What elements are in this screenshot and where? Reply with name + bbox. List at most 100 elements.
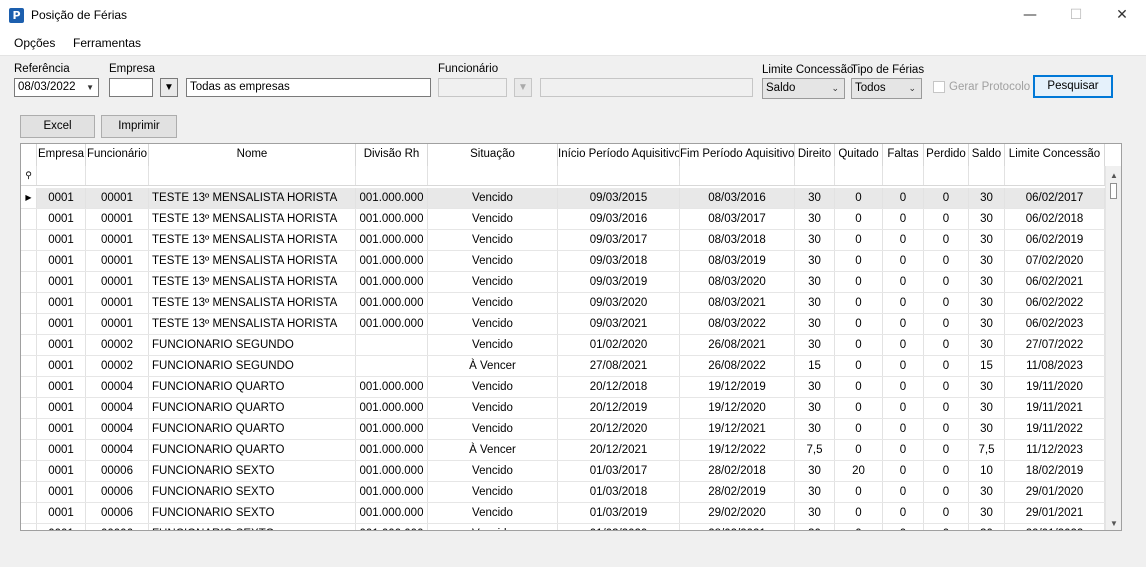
cell-faltas[interactable]: 0 — [883, 419, 924, 439]
cell-quitado[interactable]: 0 — [835, 272, 883, 292]
cell-situacao[interactable]: Vencido — [428, 377, 558, 397]
excel-button[interactable]: Excel — [20, 115, 95, 138]
cell-situacao[interactable]: Vencido — [428, 209, 558, 229]
cell-fim-periodo[interactable]: 26/08/2021 — [680, 335, 795, 355]
scroll-thumb[interactable] — [1110, 183, 1117, 199]
cell-quitado[interactable]: 0 — [835, 377, 883, 397]
cell-quitado[interactable]: 0 — [835, 335, 883, 355]
cell-divisao-rh[interactable]: 001.000.000 — [356, 398, 428, 418]
table-row[interactable]: 0001 00004 FUNCIONARIO QUARTO 001.000.000 À … — [21, 440, 1105, 461]
cell-fim-periodo[interactable]: 28/02/2018 — [680, 461, 795, 481]
cell-situacao[interactable]: À Vencer — [428, 356, 558, 376]
table-row[interactable]: ▶ 0001 00001 TESTE 13º MENSALISTA HORISTA 00… — [21, 188, 1105, 209]
table-row[interactable]: 000100006FUNCIONARIO SEXTO001.000.000Ven… — [21, 524, 1105, 530]
cell-nome[interactable]: FUNCIONARIO QUARTO — [149, 377, 356, 397]
cell-saldo[interactable]: 30 — [969, 503, 1005, 523]
cell-faltas[interactable]: 0 — [883, 335, 924, 355]
cell-situacao[interactable]: Vencido — [428, 314, 558, 334]
column-header-quitado[interactable]: Quitado — [835, 144, 883, 166]
cell-direito[interactable]: 30 — [795, 251, 835, 271]
cell-inicio-periodo[interactable]: 20/12/2019 — [558, 398, 680, 418]
cell-divisao-rh[interactable]: 001.000.000 — [356, 524, 428, 530]
row-indicator-cell[interactable] — [21, 398, 37, 418]
cell-situacao[interactable]: Vencido — [428, 482, 558, 502]
cell-fim-periodo[interactable]: 19/12/2019 — [680, 377, 795, 397]
cell-perdido[interactable]: 0 — [924, 251, 969, 271]
cell-quitado[interactable]: 0 — [835, 356, 883, 376]
cell-empresa[interactable]: 0001 — [37, 461, 86, 481]
filter-cell-saldo[interactable] — [969, 166, 1005, 185]
cell-divisao-rh[interactable]: 001.000.000 — [356, 440, 428, 460]
scroll-down-icon[interactable]: ▼ — [1110, 519, 1118, 528]
cell-faltas[interactable]: 0 — [883, 356, 924, 376]
cell-fim-periodo[interactable]: 28/02/2021 — [680, 524, 795, 530]
column-header-nome[interactable]: Nome — [149, 144, 356, 166]
cell-empresa[interactable]: 0001 — [37, 230, 86, 250]
cell-saldo[interactable]: 30 — [969, 272, 1005, 292]
table-row[interactable]: 0001 00001 TESTE 13º MENSALISTA HORISTA 001… — [21, 251, 1105, 272]
cell-direito[interactable]: 30 — [795, 230, 835, 250]
cell-empresa[interactable]: 0001 — [37, 398, 86, 418]
cell-perdido[interactable]: 0 — [924, 377, 969, 397]
cell-saldo[interactable]: 15 — [969, 356, 1005, 376]
cell-faltas[interactable]: 0 — [883, 251, 924, 271]
cell-faltas[interactable]: 0 — [883, 461, 924, 481]
cell-empresa[interactable]: 0001 — [37, 524, 86, 530]
filter-cell-divisao-rh[interactable] — [356, 166, 428, 185]
menu-ferramentas[interactable]: Ferramentas — [73, 36, 141, 50]
table-row[interactable]: 000100006FUNCIONARIO SEXTO001.000.000Ven… — [21, 482, 1105, 503]
row-indicator-cell[interactable] — [21, 482, 37, 502]
cell-inicio-periodo[interactable]: 09/03/2017 — [558, 230, 680, 250]
cell-funcionario[interactable]: 00001 — [86, 209, 149, 229]
cell-nome[interactable]: TESTE 13º MENSALISTA HORISTA — [149, 230, 356, 250]
cell-fim-periodo[interactable]: 08/03/2021 — [680, 293, 795, 313]
cell-faltas[interactable]: 0 — [883, 230, 924, 250]
cell-fim-periodo[interactable]: 08/03/2017 — [680, 209, 795, 229]
filter-cell-direito[interactable] — [795, 166, 835, 185]
cell-direito[interactable]: 30 — [795, 503, 835, 523]
cell-quitado[interactable]: 0 — [835, 251, 883, 271]
row-indicator-cell[interactable] — [21, 209, 37, 229]
cell-empresa[interactable]: 0001 — [37, 482, 86, 502]
cell-empresa[interactable]: 0001 — [37, 356, 86, 376]
cell-faltas[interactable]: 0 — [883, 482, 924, 502]
cell-empresa[interactable]: 0001 — [37, 251, 86, 271]
row-indicator-cell[interactable] — [21, 251, 37, 271]
cell-direito[interactable]: 30 — [795, 335, 835, 355]
cell-limite-concessao[interactable]: 06/02/2022 — [1005, 293, 1105, 313]
cell-funcionario[interactable]: 00001 — [86, 251, 149, 271]
filter-cell-inicio-periodo[interactable] — [558, 166, 680, 185]
cell-limite-concessao[interactable]: 06/02/2021 — [1005, 272, 1105, 292]
cell-quitado[interactable]: 0 — [835, 524, 883, 530]
maximize-button[interactable]: ☐ — [1053, 0, 1099, 31]
table-row[interactable]: 0001 00001 TESTE 13º MENSALISTA HORISTA 001… — [21, 272, 1105, 293]
limite-concessao-select[interactable]: Saldo ⌄ — [762, 78, 845, 99]
empresa-name-field[interactable]: Todas as empresas — [186, 78, 431, 97]
cell-funcionario[interactable]: 00002 — [86, 356, 149, 376]
cell-perdido[interactable]: 0 — [924, 293, 969, 313]
cell-inicio-periodo[interactable]: 09/03/2021 — [558, 314, 680, 334]
cell-inicio-periodo[interactable]: 20/12/2021 — [558, 440, 680, 460]
cell-inicio-periodo[interactable]: 09/03/2020 — [558, 293, 680, 313]
cell-perdido[interactable]: 0 — [924, 461, 969, 481]
cell-nome[interactable]: FUNCIONARIO QUARTO — [149, 398, 356, 418]
funcionario-lookup-button[interactable]: ▼ — [514, 78, 532, 97]
cell-quitado[interactable]: 0 — [835, 188, 883, 208]
cell-empresa[interactable]: 0001 — [37, 335, 86, 355]
table-row[interactable]: 0001 00002 FUNCIONARIO SEGUNDO Vencido 01/02… — [21, 335, 1105, 356]
cell-fim-periodo[interactable]: 08/03/2018 — [680, 230, 795, 250]
table-row[interactable]: 0001 00001 TESTE 13º MENSALISTA HORISTA 001… — [21, 209, 1105, 230]
table-row[interactable]: 0001 00004 FUNCIONARIO QUARTO 001.000.000 Ve… — [21, 398, 1105, 419]
cell-inicio-periodo[interactable]: 09/03/2015 — [558, 188, 680, 208]
cell-nome[interactable]: FUNCIONARIO SEXTO — [149, 503, 356, 523]
cell-inicio-periodo[interactable]: 09/03/2019 — [558, 272, 680, 292]
chevron-down-icon[interactable]: ▼ — [86, 79, 94, 96]
cell-inicio-periodo[interactable]: 01/03/2019 — [558, 503, 680, 523]
imprimir-button[interactable]: Imprimir — [101, 115, 177, 138]
cell-empresa[interactable]: 0001 — [37, 188, 86, 208]
cell-perdido[interactable]: 0 — [924, 482, 969, 502]
cell-fim-periodo[interactable]: 08/03/2020 — [680, 272, 795, 292]
filter-cell-nome[interactable] — [149, 166, 356, 185]
cell-quitado[interactable]: 0 — [835, 503, 883, 523]
cell-situacao[interactable]: Vencido — [428, 419, 558, 439]
